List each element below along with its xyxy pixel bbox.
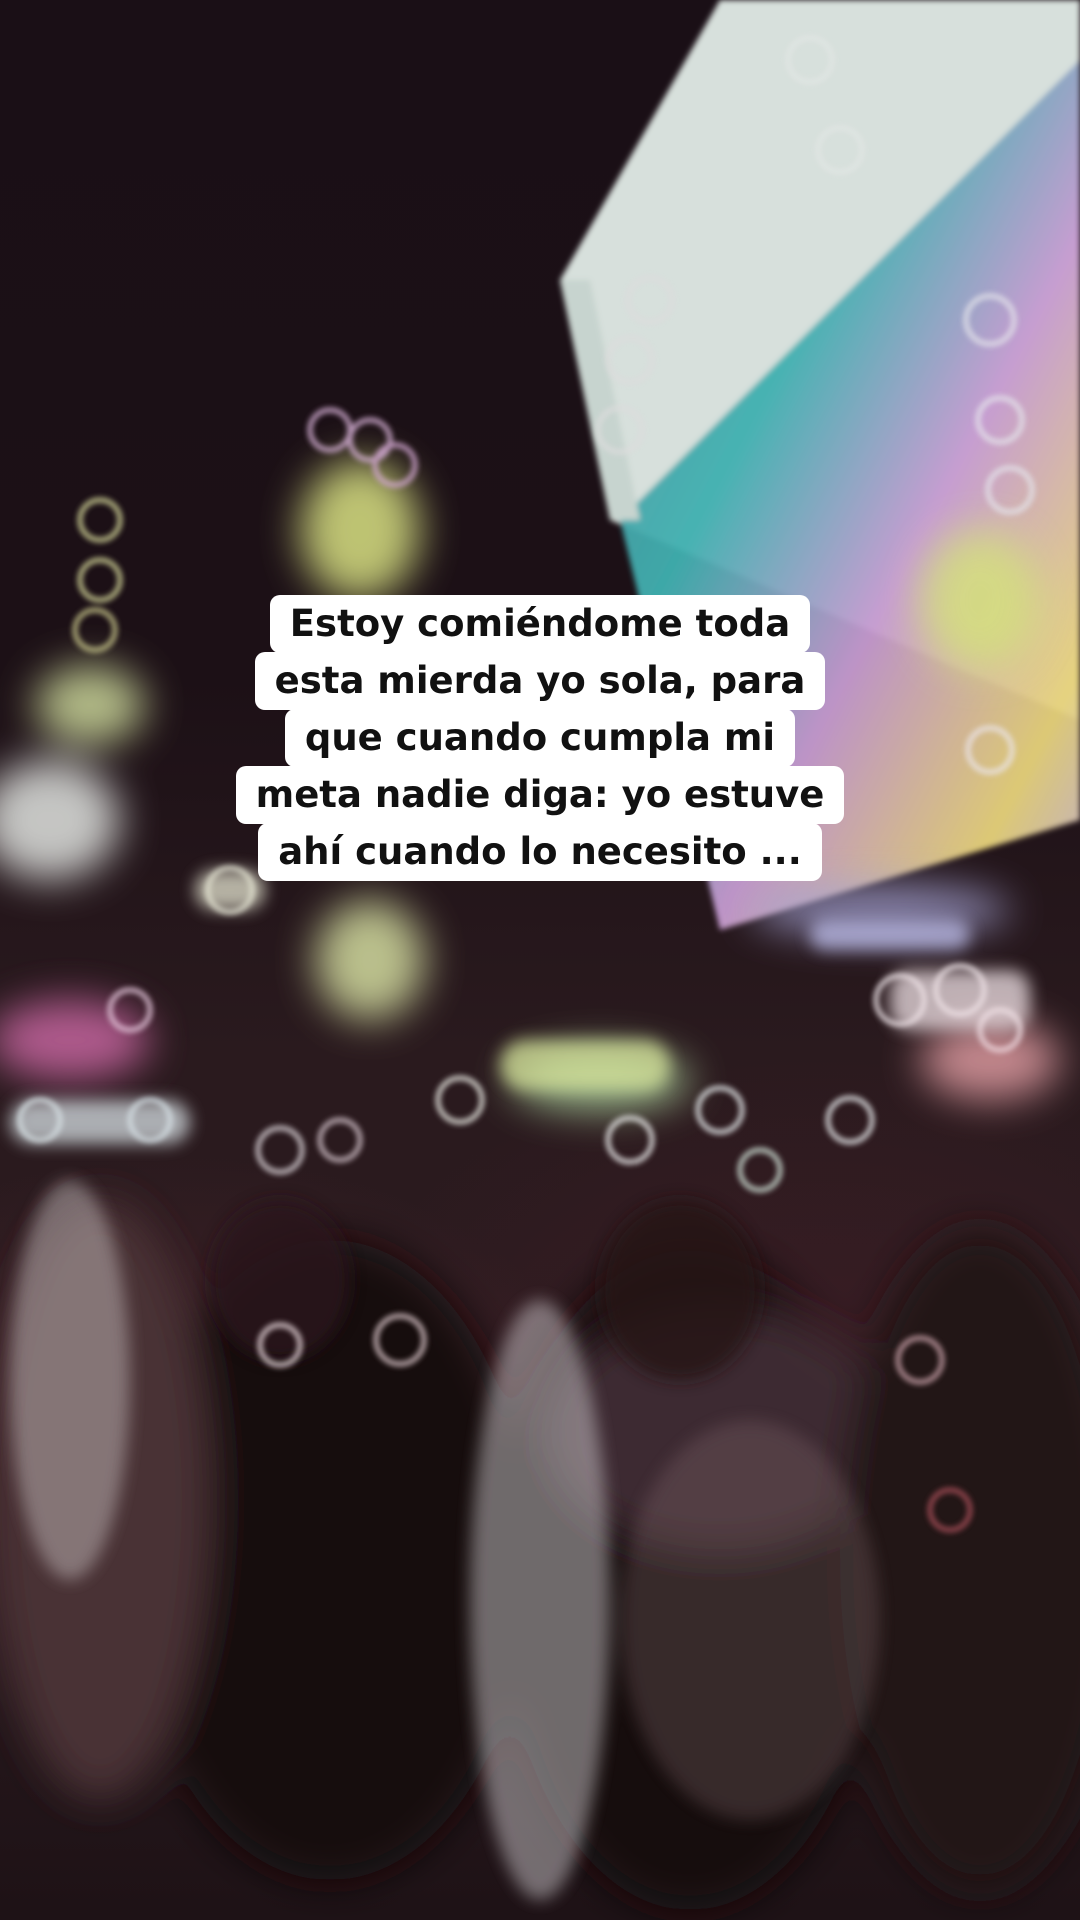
caption-line: ahí cuando lo necesito ... [258, 823, 822, 881]
caption-line: esta mierda yo sola, para [254, 652, 826, 710]
caption-overlay: Estoy comiéndome toda esta mierda yo sol… [0, 595, 1080, 881]
bokeh-lights-background [0, 0, 1080, 1910]
caption-line: que cuando cumpla mi [284, 709, 796, 767]
photo-background: Estoy comiéndome toda esta mierda yo sol… [0, 0, 1080, 1920]
caption-line: Estoy comiéndome toda [269, 595, 811, 653]
caption-line: meta nadie diga: yo estuve [235, 766, 845, 824]
